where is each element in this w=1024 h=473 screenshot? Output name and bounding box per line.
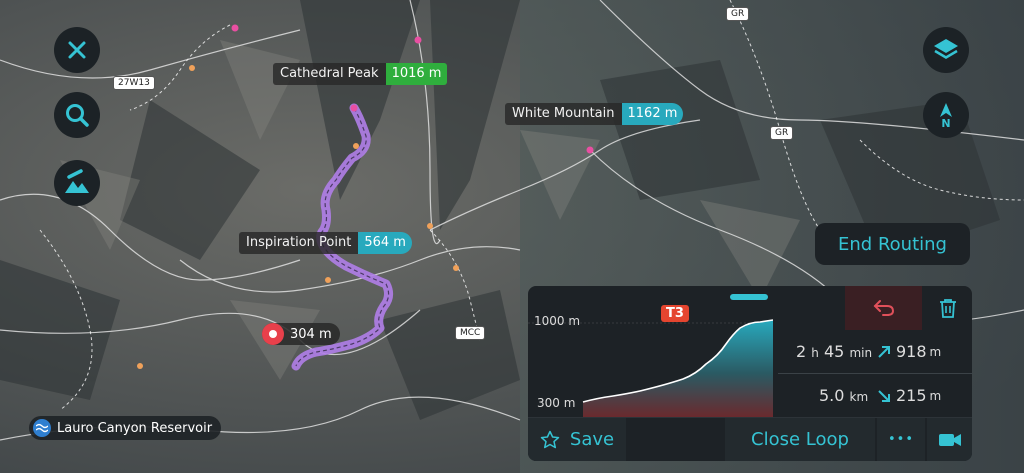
ascent-stat: 918 m (876, 342, 941, 361)
compass-arrow-icon (940, 102, 952, 117)
video-camera-icon (938, 433, 961, 446)
route-panel: T3 1000 m 300 m 2 h 45 min 918 m 5.0 km … (528, 286, 972, 461)
peak-elevation: 1162 m (621, 103, 684, 125)
undo-icon (873, 300, 894, 316)
road-label: MCC (455, 326, 486, 340)
duration-hours: 2 (796, 342, 807, 361)
ascent-value: 918 (896, 342, 927, 361)
search-icon (66, 104, 89, 127)
compass-button[interactable]: N (923, 92, 969, 138)
end-routing-button[interactable]: End Routing (815, 223, 970, 265)
distance-unit: km (849, 390, 869, 404)
terrain-view-button[interactable] (54, 160, 100, 206)
distance-value: 5.0 (819, 386, 845, 405)
peak-name: White Mountain (505, 103, 622, 125)
peak-label-white-mountain[interactable]: White Mountain 1162 m (505, 103, 684, 125)
close-loop-label: Close Loop (751, 429, 849, 450)
ascent-arrow-icon (878, 345, 890, 358)
stats-divider (778, 373, 972, 374)
road-label: 27W13 (113, 76, 155, 90)
close-icon (68, 41, 86, 59)
search-button[interactable] (54, 92, 100, 138)
reservoir-name: Lauro Canyon Reservoir (57, 420, 213, 436)
duration-hours-unit: h (811, 346, 819, 360)
start-marker[interactable]: 304 m (262, 323, 340, 345)
compass-north-label: N (941, 116, 951, 130)
water-icon (33, 419, 51, 437)
peak-elevation: 564 m (358, 232, 412, 254)
layers-icon (934, 39, 958, 59)
ascent-unit: m (929, 344, 942, 359)
trash-icon (940, 299, 956, 318)
peak-name: Cathedral Peak (273, 63, 386, 85)
peak-label-cathedral[interactable]: Cathedral Peak 1016 m (273, 63, 448, 85)
delete-button[interactable] (924, 286, 972, 330)
descent-stat: 215 m (876, 386, 941, 405)
more-icon: ••• (887, 432, 914, 447)
road-label: GR (770, 126, 794, 140)
descent-unit: m (929, 388, 942, 403)
save-button[interactable]: Save (528, 418, 626, 461)
peak-elevation: 1016 m (385, 63, 448, 85)
duration-stat: 2 h 45 min (796, 342, 872, 361)
layers-button[interactable] (923, 27, 969, 73)
save-label: Save (569, 429, 615, 450)
peak-label-inspiration-point[interactable]: Inspiration Point 564 m (239, 232, 412, 254)
elevation-profile[interactable]: T3 1000 m 300 m (528, 286, 773, 417)
close-button[interactable] (54, 27, 100, 73)
more-options-button[interactable]: ••• (877, 418, 925, 461)
elevation-chart (528, 319, 773, 417)
peak-name: Inspiration Point (239, 232, 359, 254)
reservoir-label[interactable]: Lauro Canyon Reservoir (29, 416, 222, 440)
start-pin-icon (262, 323, 284, 345)
distance-stat: 5.0 km (819, 386, 868, 405)
end-routing-label: End Routing (838, 233, 947, 255)
duration-minutes: 45 (823, 342, 845, 361)
descent-value: 215 (896, 386, 927, 405)
undo-button[interactable] (845, 286, 922, 330)
duration-minutes-unit: min (849, 346, 873, 360)
video-button[interactable] (927, 418, 972, 461)
start-elevation: 304 m (290, 326, 332, 342)
road-label: GR (726, 7, 750, 21)
descent-arrow-icon (878, 389, 890, 402)
star-icon (540, 430, 560, 448)
close-loop-button[interactable]: Close Loop (725, 418, 875, 461)
terrain-icon (65, 169, 89, 193)
